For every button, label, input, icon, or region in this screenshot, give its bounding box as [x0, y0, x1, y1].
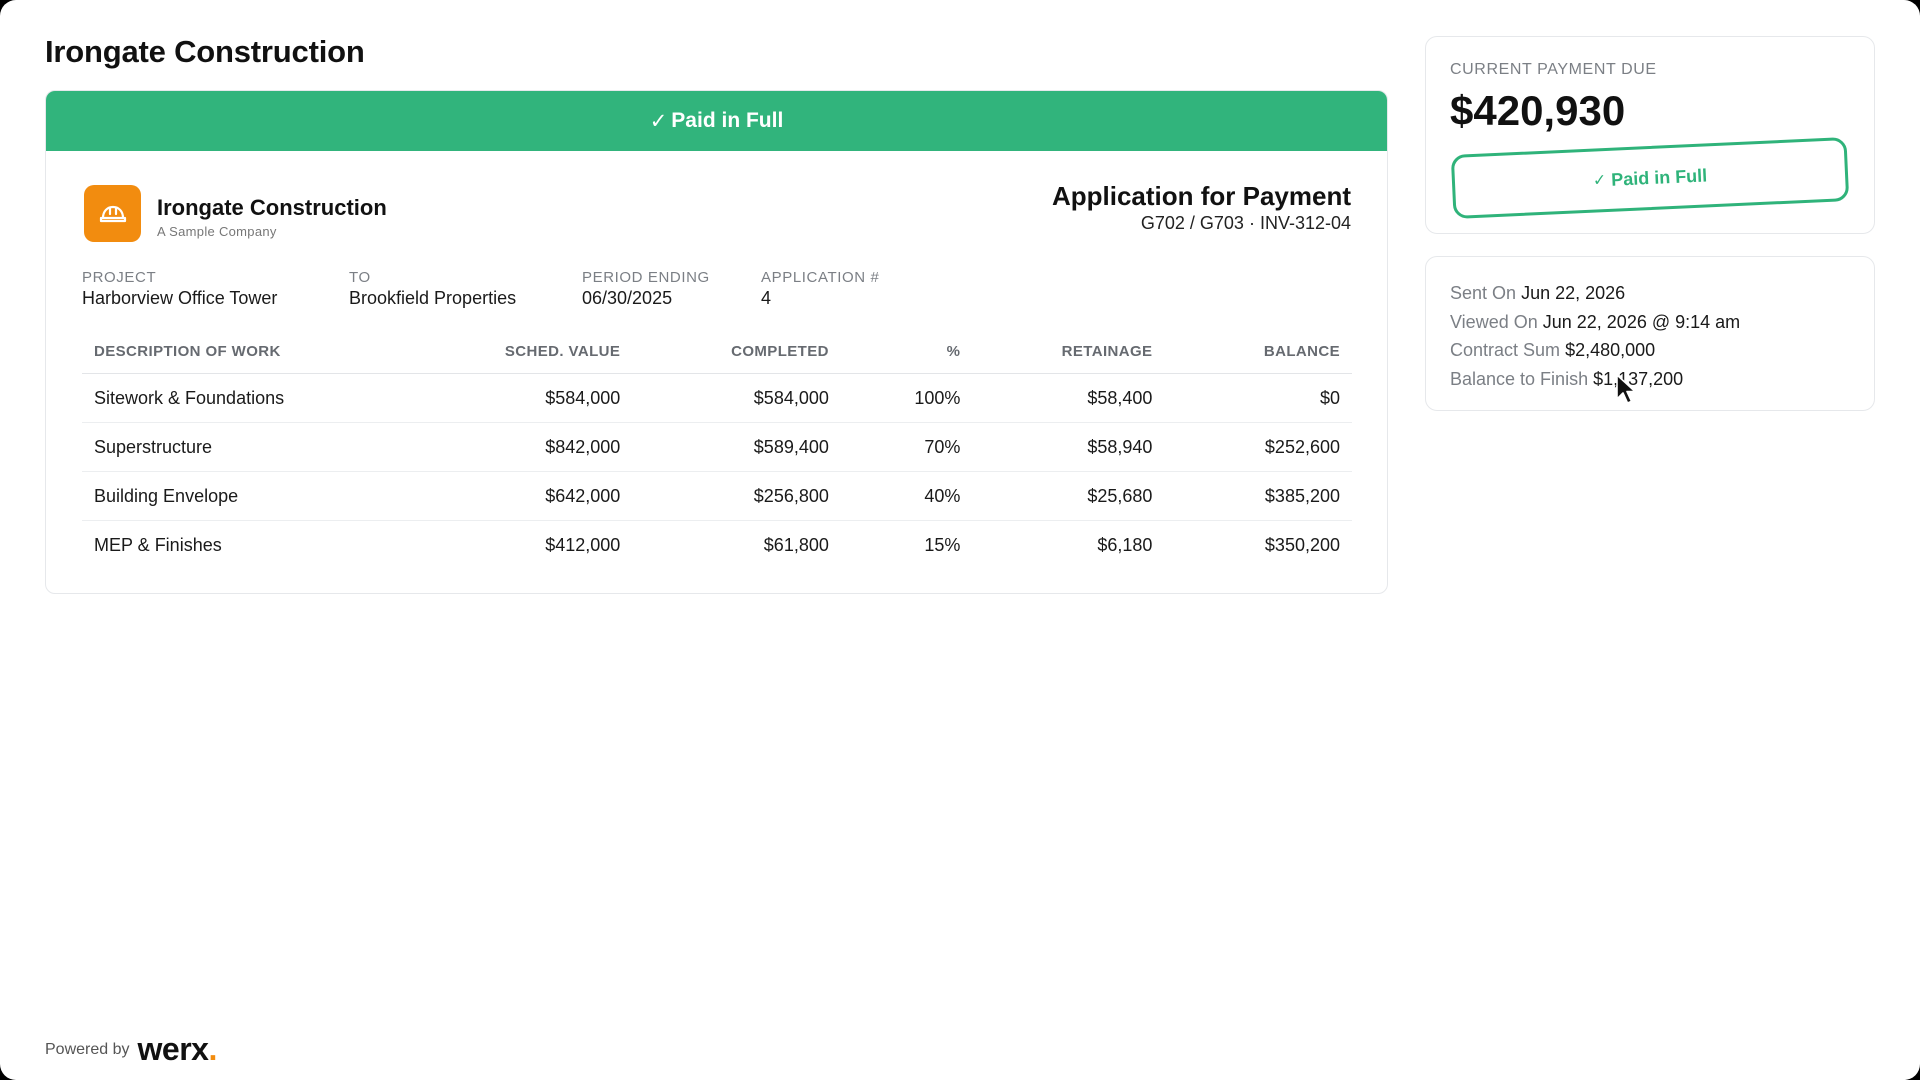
detail-value: $1,137,200 [1593, 368, 1684, 389]
cell-percent: 70% [840, 422, 973, 472]
cell-description: MEP & Finishes [94, 534, 222, 555]
detail-label: Viewed On [1450, 311, 1538, 332]
column-header: DESCRIPTION OF WORK [82, 329, 460, 374]
cell-scheduled-value: $412,000 [545, 534, 621, 555]
table-row: Superstructure $842,000 $589,400 70% $58… [82, 422, 1352, 472]
meta-period-ending: PERIOD ENDING 06/30/2025 [582, 269, 710, 309]
cell-completed: $256,800 [632, 471, 841, 521]
company-tagline: A Sample Company [157, 224, 277, 239]
invoice-card: ✓ Paid in Full Irongate Construction A S… [45, 90, 1388, 594]
cell-balance: $252,600 [1164, 422, 1352, 472]
company-logo [84, 185, 141, 242]
table-row: Sitework & Foundations $584,000 $584,000… [82, 373, 1352, 423]
cell-description: Building Envelope [82, 471, 460, 521]
table-row: MEP & Finishes $412,000 $61,800 15% $6,1… [82, 521, 1352, 570]
detail-sent-on: Sent On Jun 22, 2026 [1450, 279, 1740, 308]
document-reference: G702 / G703 · INV-312-04 [1140, 213, 1351, 233]
page-title: Irongate Construction [45, 34, 365, 69]
cell-scheduled-value: $584,000 [459, 373, 633, 423]
footer: Powered by werx. [45, 1031, 217, 1068]
detail-label: Sent On [1450, 283, 1517, 303]
cell-retainage: $58,400 [972, 373, 1165, 423]
cell-completed: $584,000 [632, 373, 841, 423]
check-icon: ✓ [649, 109, 668, 133]
meta-value: 06/30/2025 [582, 288, 673, 308]
cell-balance: $0 [1164, 373, 1352, 423]
meta-value: 4 [761, 288, 772, 308]
paid-in-full-text: Paid in Full [1610, 164, 1708, 190]
detail-contract-sum: Contract Sum $2,480,000 [1450, 336, 1740, 365]
brand-name: werx [137, 1031, 209, 1067]
cell-description: Sitework & Foundations [82, 373, 460, 423]
table-row: Building Envelope $642,000 $256,800 40% … [82, 471, 1352, 521]
cell-completed: $61,800 [763, 534, 829, 555]
cell-retainage: $25,680 [972, 471, 1165, 521]
payment-due-card: CURRENT PAYMENT DUE $420,930 ✓ Paid in F… [1425, 36, 1875, 234]
column-header: RETAINAGE [972, 329, 1165, 374]
detail-value: Jun 22, 2026 [1521, 283, 1626, 303]
check-icon: ✓ [1592, 171, 1607, 190]
column-header: COMPLETED [632, 329, 841, 374]
detail-label: Contract Sum [1450, 340, 1561, 360]
meta-value: Harborview Office Tower [82, 288, 278, 308]
schedule-of-values-table: DESCRIPTION OF WORK SCHED. VALUE COMPLET… [82, 329, 1352, 569]
werx-logo[interactable]: werx. [137, 1031, 218, 1068]
meta-value: Brookfield Properties [349, 288, 517, 308]
app-window: Irongate Construction ✓ Paid in Full Iro… [0, 0, 1920, 1080]
meta-label: APPLICATION # [761, 269, 880, 286]
cell-balance: $385,200 [1164, 471, 1352, 521]
mouse-cursor-icon [1616, 374, 1636, 404]
meta-label: PERIOD ENDING [582, 269, 710, 286]
cell-balance: $350,200 [1264, 534, 1340, 555]
table-header-row: DESCRIPTION OF WORK SCHED. VALUE COMPLET… [82, 329, 1352, 374]
meta-project: PROJECT Harborview Office Tower [82, 269, 277, 309]
column-header: BALANCE [1164, 329, 1352, 374]
payment-due-amount: $420,930 [1450, 87, 1626, 134]
company-name: Irongate Construction [157, 195, 387, 220]
details-list: Sent On Jun 22, 2026 Viewed On Jun 22, 2… [1450, 279, 1740, 393]
meta-label: PROJECT [82, 269, 157, 286]
invoice-meta: PROJECT Harborview Office Tower TO Brook… [46, 269, 1387, 329]
detail-value: Jun 22, 2026 @ 9:14 am [1542, 311, 1741, 332]
cell-description: Superstructure [82, 422, 460, 472]
paid-status-text: Paid in Full [671, 109, 784, 132]
invoice-header: Irongate Construction A Sample Company A… [46, 151, 1387, 261]
meta-to: TO Brookfield Properties [349, 269, 516, 309]
cell-scheduled-value: $842,000 [459, 422, 633, 472]
detail-label: Balance to Finish [1450, 368, 1589, 389]
detail-viewed-on: Viewed On Jun 22, 2026 @ 9:14 am [1450, 308, 1740, 337]
paid-status-banner: ✓ Paid in Full [46, 91, 1387, 151]
meta-application-number: APPLICATION # 4 [761, 269, 879, 309]
hard-hat-icon [99, 205, 126, 222]
payment-due-label: CURRENT PAYMENT DUE [1450, 61, 1657, 78]
document-title: Application for Payment [1051, 181, 1351, 211]
cell-retainage: $58,940 [972, 422, 1165, 472]
meta-label: TO [349, 269, 371, 286]
cell-scheduled-value: $642,000 [459, 471, 633, 521]
column-header: % [840, 329, 973, 374]
paid-in-full-stamp: ✓ Paid in Full [1450, 137, 1850, 219]
brand-dot: . [208, 1031, 217, 1067]
detail-balance-to-finish: Balance to Finish $1,137,200 [1450, 365, 1740, 394]
detail-value: $2,480,000 [1565, 340, 1656, 360]
powered-by-label: Powered by [45, 1040, 130, 1058]
cell-percent: 15% [924, 534, 961, 555]
cell-percent: 100% [840, 373, 973, 423]
invoice-details-card: Sent On Jun 22, 2026 Viewed On Jun 22, 2… [1425, 256, 1875, 411]
column-header: SCHED. VALUE [459, 329, 633, 374]
cell-percent: 40% [840, 471, 973, 521]
cell-retainage: $6,180 [1097, 534, 1153, 555]
cell-completed: $589,400 [632, 422, 841, 472]
